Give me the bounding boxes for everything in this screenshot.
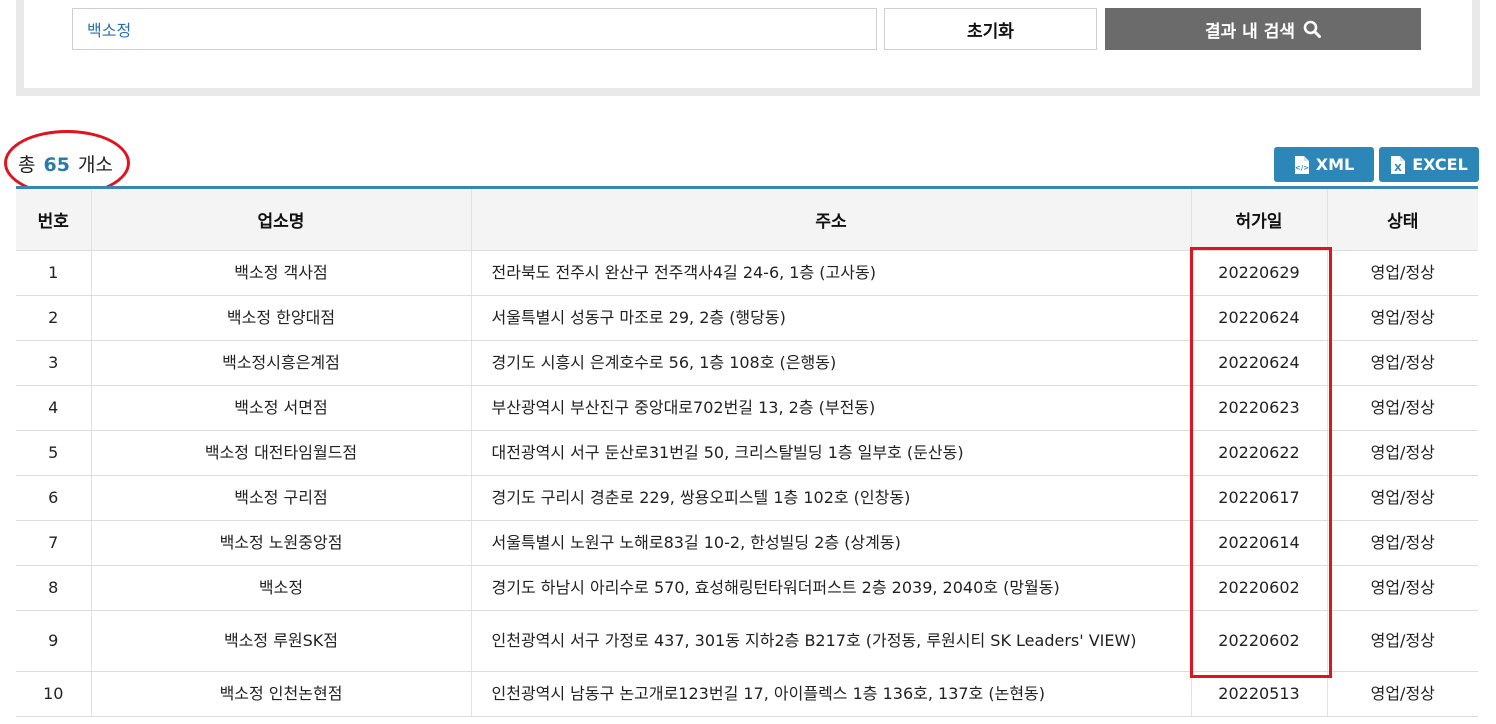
cell-status: 영업/정상 bbox=[1327, 385, 1478, 431]
search-input[interactable] bbox=[72, 8, 877, 50]
cell-number: 3 bbox=[16, 340, 92, 386]
cell-number: 7 bbox=[16, 520, 92, 566]
cell-number: 8 bbox=[16, 565, 92, 611]
cell-status: 영업/정상 bbox=[1327, 475, 1478, 521]
annotation-rectangle bbox=[1190, 247, 1332, 678]
cell-business-name: 백소정 구리점 bbox=[91, 475, 472, 521]
cell-business-name: 백소정 루원SK점 bbox=[91, 610, 472, 672]
cell-permit-date: 20220513 bbox=[1191, 671, 1328, 717]
xml-download-button[interactable]: </> XML bbox=[1274, 147, 1374, 182]
search-panel-inner: 초기화 결과 내 검색 bbox=[24, 0, 1472, 88]
svg-text:</>: </> bbox=[1295, 164, 1309, 172]
cell-number: 1 bbox=[16, 250, 92, 296]
cell-address: 대전광역시 서구 둔산로31번길 50, 크리스탈빌딩 1층 일부호 (둔산동) bbox=[471, 430, 1192, 476]
search-panel: 초기화 결과 내 검색 bbox=[16, 0, 1480, 96]
cell-business-name: 백소정 노원중앙점 bbox=[91, 520, 472, 566]
excel-download-button[interactable]: X EXCEL bbox=[1379, 147, 1479, 182]
reset-button-label: 초기화 bbox=[967, 21, 1014, 42]
cell-number: 4 bbox=[16, 385, 92, 431]
xml-button-label: XML bbox=[1315, 155, 1355, 174]
cell-status: 영업/정상 bbox=[1327, 565, 1478, 611]
cell-address: 경기도 구리시 경춘로 229, 쌍용오피스텔 1층 102호 (인창동) bbox=[471, 475, 1192, 521]
header-number: 번호 bbox=[16, 186, 92, 251]
cell-address: 서울특별시 노원구 노해로83길 10-2, 한성빌딩 2층 (상계동) bbox=[471, 520, 1192, 566]
header-status: 상태 bbox=[1327, 186, 1478, 251]
cell-business-name: 백소정 대전타임월드점 bbox=[91, 430, 472, 476]
cell-status: 영업/정상 bbox=[1327, 671, 1478, 717]
header-address: 주소 bbox=[471, 186, 1192, 251]
cell-status: 영업/정상 bbox=[1327, 295, 1478, 341]
magnifier-icon bbox=[1303, 20, 1322, 38]
cell-business-name: 백소정 인천논현점 bbox=[91, 671, 472, 717]
cell-business-name: 백소정 서면점 bbox=[91, 385, 472, 431]
table-header-row: 번호 업소명 주소 허가일 상태 bbox=[16, 186, 1478, 251]
cell-number: 9 bbox=[16, 610, 92, 672]
cell-address: 경기도 시흥시 은계호수로 56, 1층 108호 (은행동) bbox=[471, 340, 1192, 386]
cell-address: 서울특별시 성동구 마조로 29, 2층 (행당동) bbox=[471, 295, 1192, 341]
header-business-name: 업소명 bbox=[91, 186, 472, 251]
cell-number: 2 bbox=[16, 295, 92, 341]
cell-business-name: 백소정 한양대점 bbox=[91, 295, 472, 341]
search-within-results-button[interactable]: 결과 내 검색 bbox=[1105, 8, 1421, 50]
cell-address: 전라북도 전주시 완산구 전주객사4길 24-6, 1층 (고사동) bbox=[471, 250, 1192, 296]
cell-business-name: 백소정 객사점 bbox=[91, 250, 472, 296]
cell-business-name: 백소정 bbox=[91, 565, 472, 611]
cell-status: 영업/정상 bbox=[1327, 430, 1478, 476]
cell-number: 10 bbox=[16, 671, 92, 717]
cell-address: 인천광역시 남동구 논고개로123번길 17, 아이플렉스 1층 136호, 1… bbox=[471, 671, 1192, 717]
cell-business-name: 백소정시흥은계점 bbox=[91, 340, 472, 386]
header-permit-date: 허가일 bbox=[1191, 186, 1328, 251]
search-button-label: 결과 내 검색 bbox=[1204, 21, 1296, 42]
table-row[interactable]: 10 백소정 인천논현점 인천광역시 남동구 논고개로123번길 17, 아이플… bbox=[16, 671, 1478, 717]
xml-file-icon: </> bbox=[1295, 155, 1309, 174]
cell-status: 영업/정상 bbox=[1327, 520, 1478, 566]
cell-number: 6 bbox=[16, 475, 92, 521]
cell-status: 영업/정상 bbox=[1327, 250, 1478, 296]
cell-address: 경기도 하남시 아리수로 570, 효성해링턴타워더퍼스트 2층 2039, 2… bbox=[471, 565, 1192, 611]
cell-status: 영업/정상 bbox=[1327, 340, 1478, 386]
cell-address: 부산광역시 부산진구 중앙대로702번길 13, 2층 (부전동) bbox=[471, 385, 1192, 431]
cell-status: 영업/정상 bbox=[1327, 610, 1478, 672]
reset-button[interactable]: 초기화 bbox=[884, 8, 1097, 50]
cell-address: 인천광역시 서구 가정로 437, 301동 지하2층 B217호 (가정동, … bbox=[471, 610, 1192, 672]
svg-text:X: X bbox=[1394, 163, 1402, 174]
cell-number: 5 bbox=[16, 430, 92, 476]
excel-file-icon: X bbox=[1391, 155, 1406, 174]
excel-button-label: EXCEL bbox=[1412, 155, 1468, 174]
